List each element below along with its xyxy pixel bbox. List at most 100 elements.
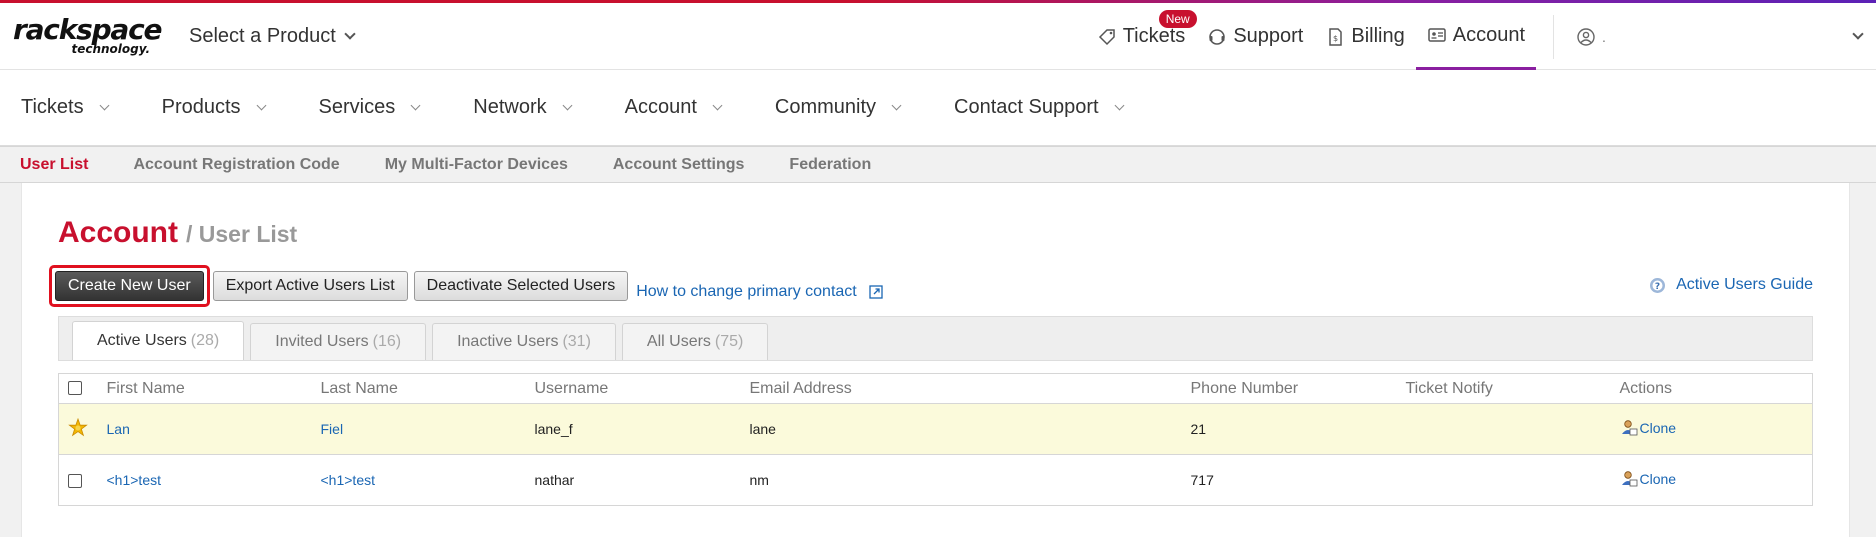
nav-item-label: Community [774, 96, 877, 118]
nav-item-community[interactable]: Community [774, 96, 902, 119]
first-name-link[interactable]: Lan [107, 421, 130, 437]
create-new-user-button[interactable]: Create New User [55, 271, 204, 301]
last-name-link[interactable]: Fiel [321, 421, 344, 437]
clone-user-link[interactable]: Clone [1620, 419, 1677, 437]
nav-item-network[interactable]: Network [473, 96, 573, 119]
tab-count: (75) [714, 333, 744, 350]
nav-item-label: Contact Support [954, 96, 1099, 118]
tab-count: (31) [562, 333, 591, 350]
create-user-highlight: Create New User [49, 265, 210, 307]
chevron-down-icon [1114, 100, 1124, 110]
page-title: Account / User List [58, 183, 1813, 267]
chevron-down-icon [712, 100, 723, 110]
tab-count: (28) [190, 332, 220, 349]
nav-item-label: Tickets [21, 96, 84, 118]
cell-ticket-notify [1405, 403, 1620, 455]
user-list-panel: Account / User List Create New User Expo… [21, 183, 1850, 537]
clone-user-link[interactable]: Clone [1620, 470, 1676, 488]
actions-toolbar: Create New User Export Active Users List… [49, 265, 1813, 307]
rackspace-logo[interactable]: rackspace technology. [0, 16, 163, 56]
page-title-main: Account [58, 216, 178, 249]
external-link-icon [869, 285, 883, 299]
logo-subtitle: technology. [71, 42, 150, 56]
cell-first-name[interactable]: Lan [106, 403, 321, 455]
tab-label: Invited Users [275, 333, 369, 350]
user-name: . [1602, 28, 1606, 45]
table-header-row: First Name Last Name Username Email Addr… [58, 373, 1813, 404]
user-menu[interactable]: . [1576, 3, 1876, 70]
row-checkbox[interactable] [68, 474, 82, 489]
account-subnav: User List Account Registration Code My M… [0, 146, 1876, 183]
col-ticket-notify[interactable]: Ticket Notify [1405, 373, 1620, 404]
header-link-support[interactable]: Support [1196, 3, 1314, 70]
tab-count: (16) [372, 333, 402, 350]
clone-label: Clone [1639, 419, 1677, 436]
subnav-mfa-devices[interactable]: My Multi-Factor Devices [385, 156, 568, 174]
user-status-tabs: Active Users (28) Invited Users (16) Inact… [58, 316, 1813, 361]
primary-contact-cell [58, 403, 107, 455]
header-link-billing-label: Billing [1351, 25, 1405, 47]
deactivate-selected-users-button[interactable]: Deactivate Selected Users [413, 271, 629, 301]
tab-active-users[interactable]: Active Users (28) [72, 321, 245, 360]
cell-username: nathar [534, 454, 750, 506]
cell-phone: 21 [1190, 403, 1406, 455]
active-users-guide-label: Active Users Guide [1676, 276, 1813, 293]
product-selector-label: Select a Product [189, 24, 336, 47]
cell-actions: Clone [1619, 403, 1813, 455]
new-badge: New [1158, 10, 1197, 28]
subnav-federation[interactable]: Federation [789, 156, 871, 174]
chevron-down-icon [344, 27, 356, 40]
nav-item-account[interactable]: Account [624, 96, 723, 119]
user-avatar-icon [1577, 27, 1595, 46]
nav-item-tickets[interactable]: Tickets [21, 96, 110, 119]
header-links: Tickets New Support $ Billing Account . [1086, 3, 1876, 70]
cell-last-name[interactable]: Fiel [320, 403, 535, 455]
help-icon: ? [1650, 277, 1666, 293]
header-link-tickets-label: Tickets [1122, 25, 1186, 47]
nav-item-products[interactable]: Products [162, 96, 266, 119]
export-active-users-button[interactable]: Export Active Users List [212, 271, 408, 301]
chevron-down-icon [256, 100, 266, 110]
cell-phone: 717 [1190, 454, 1406, 506]
tab-label: Inactive Users [457, 333, 559, 350]
chevron-down-icon [410, 100, 421, 110]
chevron-down-icon [1852, 28, 1864, 40]
nav-item-contact-support[interactable]: Contact Support [954, 96, 1124, 119]
row-select-cell [58, 454, 107, 506]
user-clone-icon [1621, 470, 1637, 486]
change-primary-contact-link[interactable]: How to change primary contact [636, 283, 883, 301]
nav-item-services[interactable]: Services [319, 96, 421, 119]
header-divider [1553, 14, 1554, 59]
cell-last-name[interactable]: <h1>test [320, 454, 535, 506]
cell-first-name[interactable]: <h1>test [106, 454, 321, 506]
header-link-billing[interactable]: $ Billing [1314, 3, 1415, 70]
table-row: <h1>test <h1>test nathar nm 717 Clone [58, 454, 1813, 506]
subnav-registration-code[interactable]: Account Registration Code [133, 156, 339, 174]
tab-invited-users[interactable]: Invited Users (16) [250, 323, 427, 360]
ticket-icon [1098, 28, 1115, 45]
cell-email: lane [749, 403, 1191, 455]
last-name-link[interactable]: <h1>test [321, 472, 376, 488]
col-username[interactable]: Username [534, 373, 750, 404]
tab-all-users[interactable]: All Users (75) [621, 323, 769, 360]
select-all-checkbox[interactable] [68, 381, 82, 396]
product-selector[interactable]: Select a Product [189, 24, 356, 48]
change-primary-contact-label: How to change primary contact [636, 283, 857, 300]
headset-icon [1209, 28, 1226, 45]
main-nav: Tickets Products Services Network Accoun… [0, 70, 1876, 146]
primary-contact-star-icon [68, 417, 88, 436]
nav-item-label: Account [624, 96, 697, 118]
active-users-guide-link[interactable]: ? Active Users Guide [1649, 276, 1813, 294]
invoice-icon: $ [1329, 27, 1343, 46]
col-phone[interactable]: Phone Number [1190, 373, 1406, 404]
col-first-name[interactable]: First Name [106, 373, 321, 404]
header-link-tickets[interactable]: Tickets New [1086, 3, 1197, 70]
col-last-name[interactable]: Last Name [320, 373, 535, 404]
subnav-user-list[interactable]: User List [20, 156, 88, 174]
first-name-link[interactable]: <h1>test [107, 472, 162, 488]
svg-text:$: $ [1333, 34, 1338, 43]
subnav-account-settings[interactable]: Account Settings [613, 156, 745, 174]
tab-inactive-users[interactable]: Inactive Users (31) [432, 323, 616, 360]
header-link-account[interactable]: Account [1415, 3, 1536, 70]
col-email[interactable]: Email Address [749, 373, 1191, 404]
